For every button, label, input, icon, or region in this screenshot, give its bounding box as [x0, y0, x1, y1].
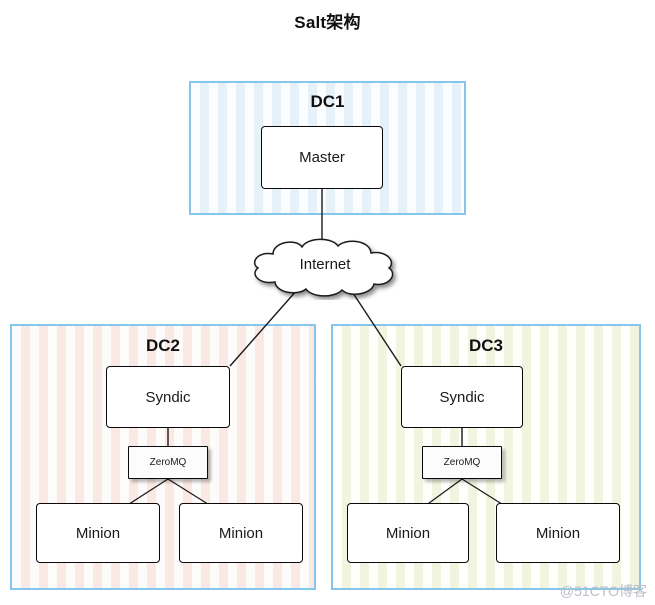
node-dc3-syndic[interactable]: Syndic	[401, 366, 523, 428]
node-dc2-minion-a[interactable]: Minion	[36, 503, 160, 563]
node-dc2-minion-a-label: Minion	[75, 524, 121, 542]
node-dc2-syndic[interactable]: Syndic	[106, 366, 230, 428]
node-master[interactable]: Master	[261, 126, 383, 189]
node-dc2-zeromq[interactable]: ZeroMQ	[128, 446, 208, 479]
node-dc2-minion-b[interactable]: Minion	[179, 503, 303, 563]
node-dc2-syndic-label: Syndic	[145, 388, 191, 406]
node-dc3-zeromq-label: ZeroMQ	[443, 457, 481, 468]
node-dc3-minion-b[interactable]: Minion	[496, 503, 620, 563]
node-master-label: Master	[299, 149, 345, 166]
container-dc1-label: DC1	[310, 92, 345, 111]
container-dc2-label: DC2	[145, 336, 180, 355]
page-title: Salt架构	[294, 13, 361, 32]
node-dc3-syndic-label: Syndic	[439, 388, 485, 406]
node-dc2-zeromq-label: ZeroMQ	[149, 457, 187, 468]
salt-architecture-diagram: Salt架构 DC1 Master DC2 Syndic ZeroMQ Mini…	[0, 0, 655, 605]
node-dc3-zeromq[interactable]: ZeroMQ	[422, 446, 502, 479]
node-dc3-minion-b-label: Minion	[535, 524, 581, 542]
node-dc3-minion-a[interactable]: Minion	[347, 503, 469, 563]
node-dc2-minion-b-label: Minion	[218, 524, 264, 542]
container-dc3-label: DC3	[468, 336, 503, 355]
node-internet-cloud[interactable]: Internet	[240, 236, 410, 300]
node-dc3-minion-a-label: Minion	[385, 524, 431, 542]
node-internet-label: Internet	[299, 256, 351, 273]
watermark-text: @51CTO博客	[559, 583, 647, 599]
